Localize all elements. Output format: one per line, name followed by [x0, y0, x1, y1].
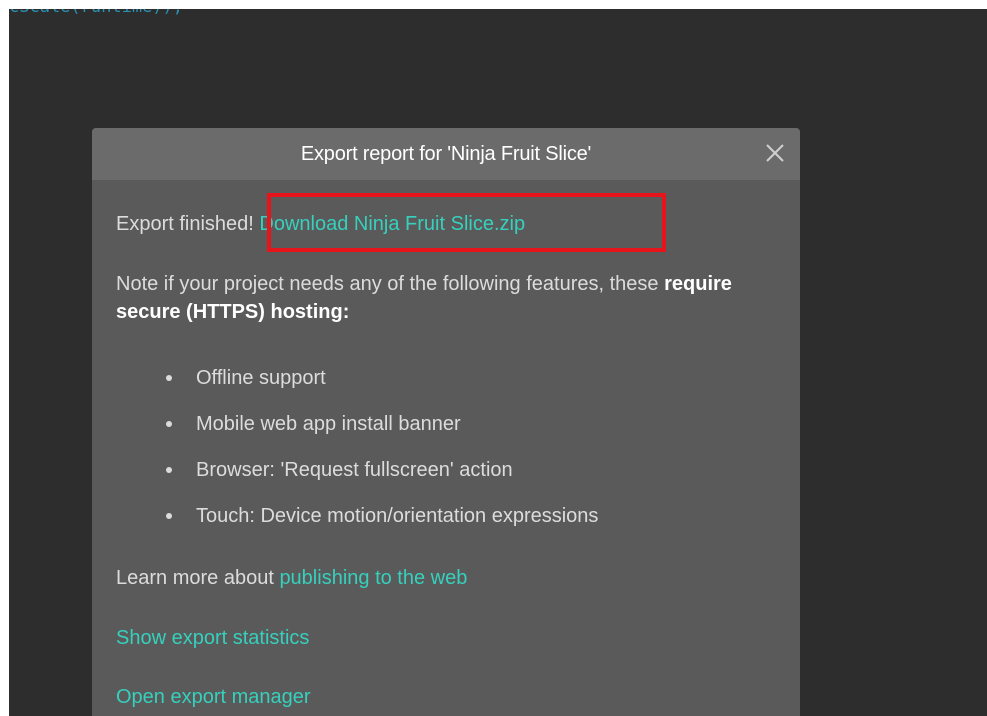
- close-icon: [766, 144, 784, 162]
- feature-label: Mobile web app install banner: [196, 413, 461, 435]
- bullet-icon: [166, 375, 172, 381]
- bullet-icon: [166, 467, 172, 473]
- dialog-title: Export report for 'Ninja Fruit Slice': [300, 142, 592, 165]
- open-export-manager-link[interactable]: Open export manager: [116, 686, 311, 708]
- bullet-icon: [166, 513, 172, 519]
- note-text: Note if your project needs any of the fo…: [116, 273, 665, 295]
- list-item: Browser: 'Request fullscreen' action: [116, 456, 598, 502]
- feature-label: Browser: 'Request fullscreen' action: [196, 459, 513, 481]
- feature-label: Touch: Device motion/orientation express…: [196, 505, 599, 527]
- download-zip-link[interactable]: Download Ninja Fruit Slice.zip: [259, 213, 525, 235]
- dialog-header: Export report for 'Ninja Fruit Slice': [92, 128, 800, 180]
- export-report-dialog: Export report for 'Ninja Fruit Slice' Ex…: [92, 128, 800, 716]
- close-button[interactable]: [762, 140, 788, 166]
- publishing-to-web-link[interactable]: publishing to the web: [279, 567, 467, 589]
- learn-more-text: Learn more about: [116, 567, 280, 589]
- list-item: Mobile web app install banner: [116, 410, 598, 456]
- bullet-icon: [166, 421, 172, 427]
- export-finished-text: Export finished!: [116, 213, 260, 235]
- editor-background: cScale(runtime)); Export report for 'Nin…: [9, 9, 987, 716]
- open-manager-row: Open export manager: [116, 683, 311, 711]
- learn-more-row: Learn more about publishing to the web: [116, 564, 467, 592]
- show-stats-row: Show export statistics: [116, 624, 309, 652]
- https-note: Note if your project needs any of the fo…: [116, 270, 776, 326]
- list-item: Touch: Device motion/orientation express…: [116, 502, 598, 548]
- show-export-statistics-link[interactable]: Show export statistics: [116, 627, 309, 649]
- export-finished-row: Export finished! Download Ninja Fruit Sl…: [116, 210, 525, 238]
- feature-list: Offline support Mobile web app install b…: [116, 364, 598, 548]
- code-fragment: cScale(runtime));: [9, 9, 183, 17]
- list-item: Offline support: [116, 364, 598, 410]
- feature-label: Offline support: [196, 367, 326, 389]
